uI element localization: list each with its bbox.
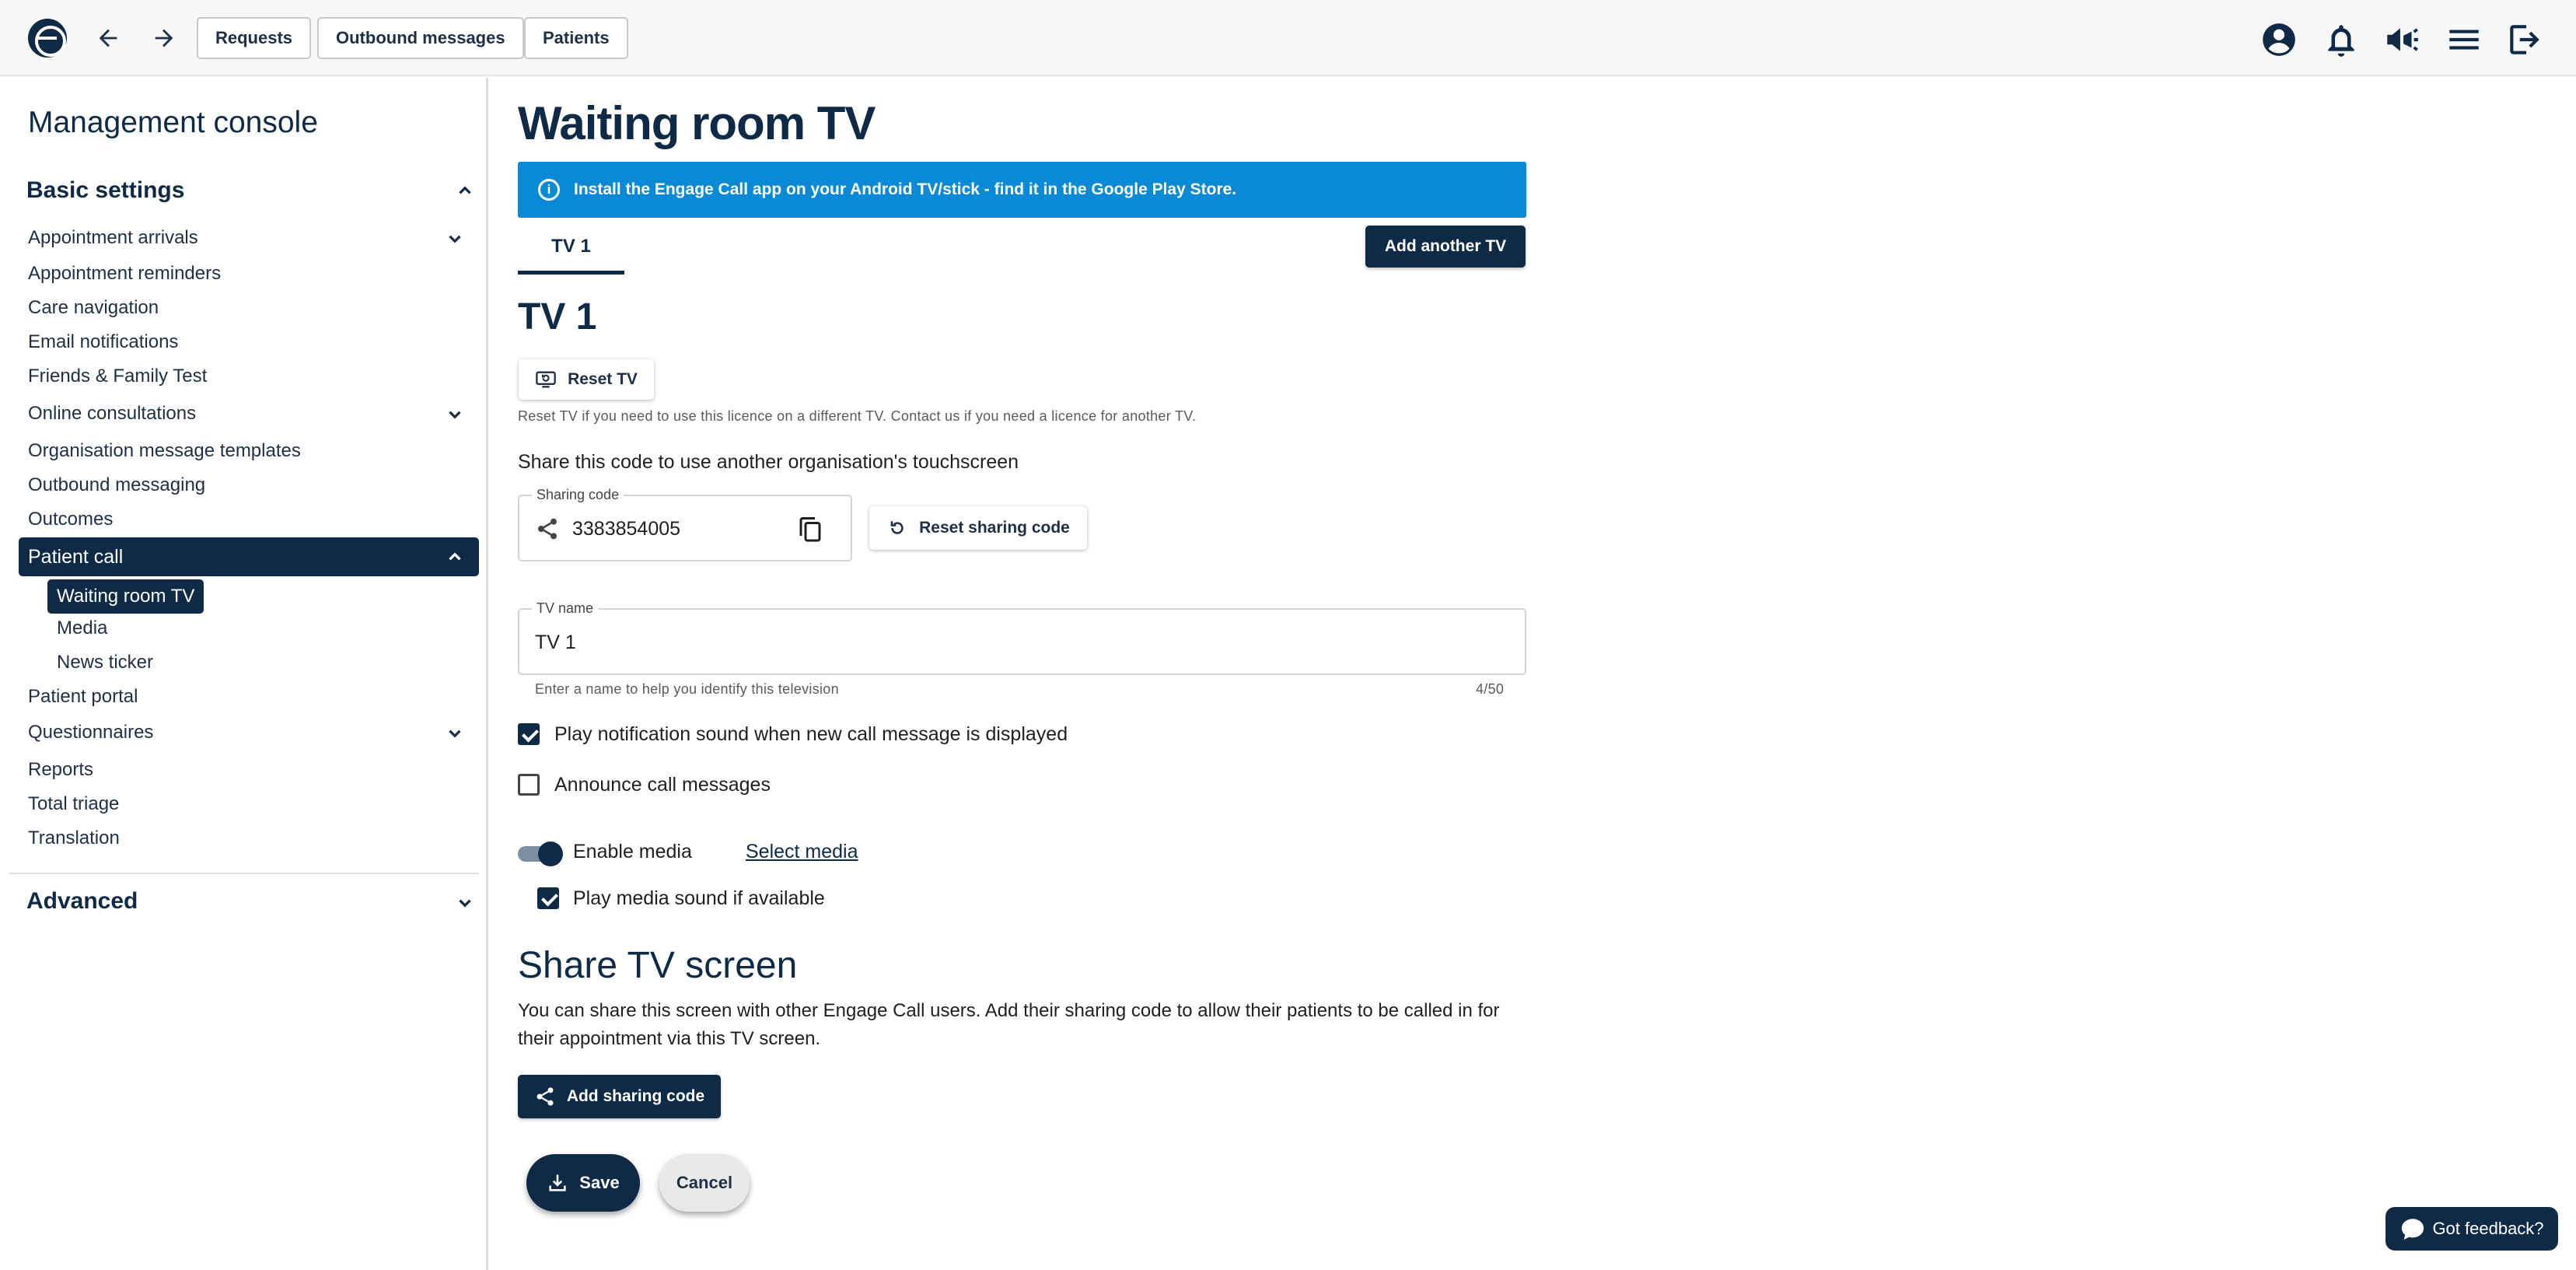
- console-title: Management console: [28, 106, 318, 139]
- sidebar-item-translation[interactable]: Translation: [28, 827, 120, 849]
- banner-text: Install the Engage Call app on your Andr…: [574, 180, 1237, 198]
- sidebar-item-email-notifications[interactable]: Email notifications: [28, 331, 178, 353]
- chevron-down-icon[interactable]: [443, 722, 467, 745]
- share-tv-screen-description: You can share this screen with other Eng…: [518, 1000, 1500, 1049]
- advanced-header[interactable]: Advanced: [26, 888, 138, 915]
- tv-name-label: TV name: [532, 600, 599, 617]
- select-media-link[interactable]: Select media: [746, 841, 858, 863]
- sidebar-item-total-triage[interactable]: Total triage: [28, 793, 119, 815]
- reset-tv-button[interactable]: Reset TV: [519, 359, 654, 400]
- tv-name-hint: Enter a name to help you identify this t…: [535, 681, 839, 697]
- enable-media-label: Enable media: [573, 841, 692, 862]
- sidebar-item-friends-family-test[interactable]: Friends & Family Test: [28, 366, 207, 387]
- play-media-sound-checkbox[interactable]: [537, 887, 559, 909]
- menu-icon[interactable]: [2443, 19, 2485, 61]
- toggle-knob: [538, 841, 563, 866]
- sidebar-item-reports[interactable]: Reports: [28, 759, 93, 781]
- reset-sharing-code-button[interactable]: Reset sharing code: [869, 506, 1087, 550]
- add-sharing-code-label: Add sharing code: [566, 1087, 705, 1105]
- share-tv-screen-heading: Share TV screen: [518, 945, 798, 986]
- share-icon: [537, 1087, 554, 1106]
- sidebar-item-outbound-messaging[interactable]: Outbound messaging: [28, 474, 205, 496]
- back-arrow-icon[interactable]: [90, 20, 126, 56]
- account-icon[interactable]: [2258, 19, 2300, 61]
- save-button[interactable]: Save: [526, 1154, 640, 1212]
- forward-arrow-icon[interactable]: [146, 20, 182, 56]
- cancel-button[interactable]: Cancel: [659, 1154, 750, 1212]
- sharing-code-field: Sharing code 3383854005: [518, 487, 852, 562]
- sidebar-item-outcomes[interactable]: Outcomes: [28, 509, 113, 530]
- page-title: Waiting room TV: [518, 97, 876, 149]
- app-logo-icon[interactable]: [28, 19, 67, 58]
- chat-bubble-icon: [2402, 1219, 2424, 1240]
- share-icon: [538, 518, 557, 540]
- announce-checkbox[interactable]: [518, 774, 540, 796]
- chevron-up-icon[interactable]: [443, 545, 467, 569]
- tv-name-counter: 4/50: [1476, 681, 1505, 697]
- tv-name-field[interactable]: TV name TV 1: [518, 600, 1526, 675]
- sharing-code-label: Sharing code: [532, 487, 624, 503]
- tv-name-input[interactable]: TV 1: [535, 632, 576, 654]
- sidebar-item-label: Patient call: [28, 546, 124, 568]
- tv-reset-icon: [536, 371, 556, 388]
- sidebar-item-questionnaires[interactable]: Questionnaires: [28, 722, 153, 743]
- feedback-button[interactable]: Got feedback?: [2386, 1207, 2558, 1251]
- share-code-instruction: Share this code to use another organisat…: [518, 451, 1019, 473]
- sidebar-item-appointment-reminders[interactable]: Appointment reminders: [28, 263, 221, 285]
- reset-tv-label: Reset TV: [568, 370, 638, 388]
- sidebar-subitem-news-ticker[interactable]: News ticker: [57, 652, 153, 673]
- patients-button[interactable]: Patients: [524, 17, 628, 59]
- bell-icon[interactable]: [2320, 19, 2362, 61]
- announce-label: Announce call messages: [554, 774, 771, 796]
- save-label: Save: [579, 1173, 620, 1192]
- requests-button[interactable]: Requests: [197, 17, 312, 59]
- sidebar: Management console Basic settings Appoin…: [0, 78, 488, 1270]
- sidebar-subitem-waiting-room-tv[interactable]: Waiting room TV: [47, 579, 204, 614]
- megaphone-icon[interactable]: [2381, 19, 2423, 61]
- copy-icon[interactable]: [796, 515, 824, 543]
- sidebar-item-online-consultations[interactable]: Online consultations: [28, 403, 196, 425]
- top-bar: Requests Outbound messages Patients: [0, 0, 2576, 76]
- sidebar-subitem-media[interactable]: Media: [57, 618, 107, 639]
- info-banner: i Install the Engage Call app on your An…: [518, 162, 1526, 218]
- play-media-sound-label: Play media sound if available: [573, 887, 825, 909]
- basic-settings-header[interactable]: Basic settings: [26, 177, 184, 204]
- sharing-code-value: 3383854005: [572, 518, 681, 540]
- info-icon: i: [538, 179, 560, 201]
- outbound-messages-button[interactable]: Outbound messages: [317, 17, 524, 59]
- reset-sharing-code-label: Reset sharing code: [919, 519, 1070, 537]
- reset-tv-hint: Reset TV if you need to use this licence…: [518, 408, 1197, 424]
- tv-heading: TV 1: [518, 296, 597, 338]
- feedback-label: Got feedback?: [2432, 1219, 2544, 1238]
- add-sharing-code-button[interactable]: Add sharing code: [518, 1075, 721, 1118]
- sidebar-item-patient-portal[interactable]: Patient portal: [28, 686, 138, 708]
- logout-icon[interactable]: [2504, 19, 2546, 61]
- sidebar-item-patient-call[interactable]: Patient call: [19, 537, 479, 576]
- chevron-down-icon[interactable]: [443, 227, 467, 250]
- tab-tv-1[interactable]: TV 1: [518, 222, 624, 275]
- chevron-down-icon[interactable]: [453, 891, 477, 915]
- enable-media-toggle[interactable]: [518, 841, 563, 866]
- refresh-icon: [890, 521, 904, 534]
- sidebar-item-organisation-message-templates[interactable]: Organisation message templates: [28, 440, 301, 462]
- play-sound-label: Play notification sound when new call me…: [554, 723, 1068, 745]
- sidebar-item-care-navigation[interactable]: Care navigation: [28, 297, 159, 319]
- sidebar-item-appointment-arrivals[interactable]: Appointment arrivals: [28, 227, 198, 249]
- chevron-down-icon[interactable]: [443, 403, 467, 426]
- add-another-tv-button[interactable]: Add another TV: [1365, 226, 1526, 268]
- sidebar-divider: [9, 873, 479, 874]
- play-sound-checkbox[interactable]: [518, 723, 540, 745]
- chevron-up-icon[interactable]: [453, 179, 477, 202]
- save-icon: [549, 1174, 566, 1191]
